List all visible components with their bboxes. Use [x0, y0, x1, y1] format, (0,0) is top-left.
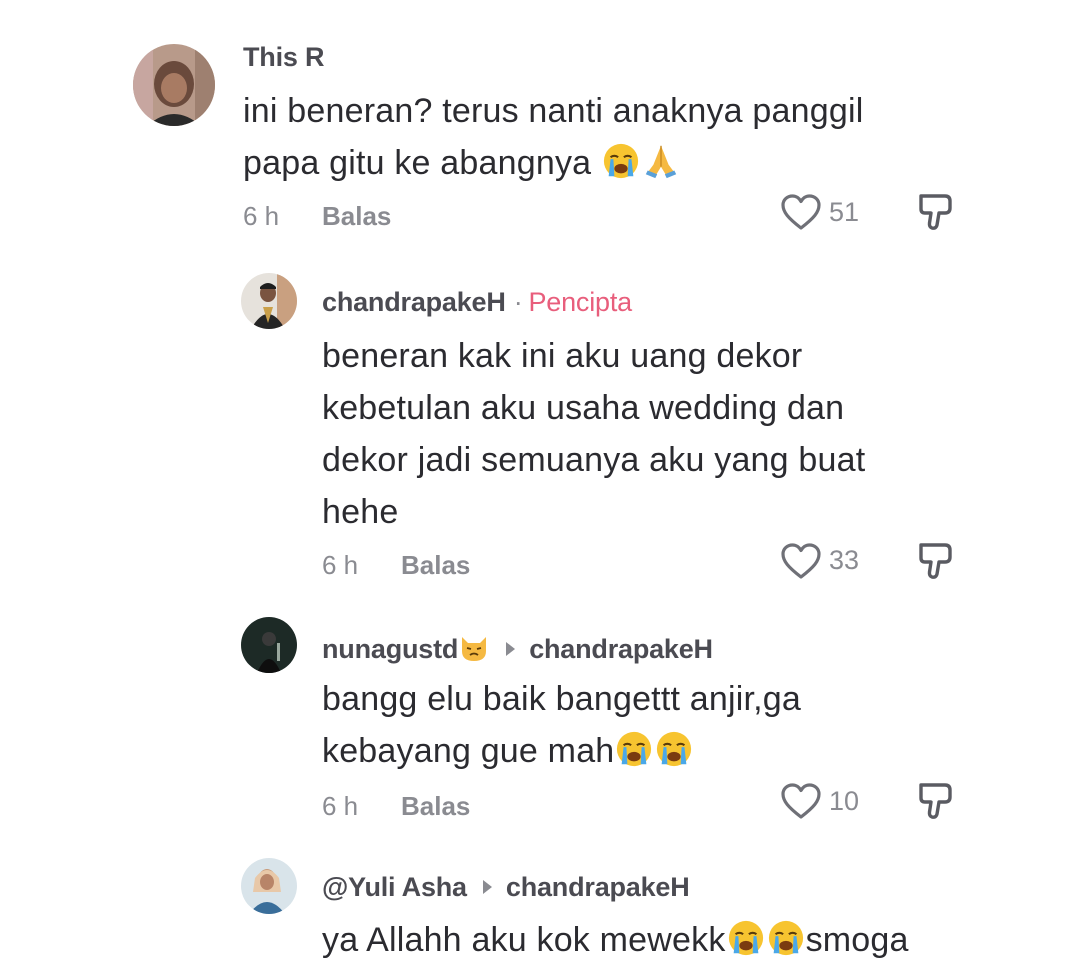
- heart-outline-icon[interactable]: [780, 782, 822, 820]
- comment-username[interactable]: @Yuli Asha chandrapakeH: [322, 872, 690, 903]
- heart-outline-icon[interactable]: [780, 542, 822, 580]
- comment-username[interactable]: chandrapakeH · Pencipta: [322, 287, 632, 318]
- thumbs-down-icon[interactable]: [917, 781, 955, 821]
- reply-arrow-icon: [482, 879, 492, 894]
- thumbs-down-icon[interactable]: [917, 541, 955, 581]
- avatar[interactable]: [241, 273, 297, 329]
- reply-target[interactable]: chandrapakeH: [529, 634, 713, 664]
- comment-text: beneran kak ini aku uang dekor kebetulan…: [322, 330, 865, 538]
- reply-target[interactable]: chandrapakeH: [506, 872, 690, 902]
- like-count: 10: [829, 786, 860, 816]
- comment-line: dekor jadi semuanya aku yang buat: [322, 441, 866, 479]
- comment-username[interactable]: nunagustd chandrapakeH: [322, 631, 713, 665]
- like-count: 33: [829, 545, 860, 575]
- reply-button[interactable]: Balas: [322, 201, 391, 232]
- comment-time: 6 h: [243, 201, 280, 231]
- comment-line-with-emoji: papa gitu ke abangnya: [243, 137, 863, 189]
- avatar[interactable]: [241, 858, 297, 914]
- reply-button[interactable]: Balas: [401, 791, 470, 822]
- avatar-image: [241, 858, 297, 914]
- loudly-crying-face-icon: [767, 919, 805, 957]
- avatar-image: [133, 44, 215, 126]
- loudly-crying-face-icon: [602, 142, 640, 180]
- heart-outline-icon[interactable]: [780, 193, 822, 231]
- comment-line: beneran kak ini aku uang dekor: [322, 337, 803, 375]
- loudly-crying-face-icon: [727, 919, 765, 957]
- comment-text: bangg elu baik bangettt anjir,ga kebayan…: [322, 673, 801, 777]
- avatar[interactable]: [133, 44, 215, 126]
- comment-line: bangg elu baik bangettt anjir,ga: [322, 680, 801, 718]
- folded-hands-icon: [642, 142, 680, 180]
- avatar-image: [241, 273, 297, 329]
- loudly-crying-face-icon: [655, 730, 693, 768]
- like-count: 51: [829, 197, 860, 227]
- comment-line: hehe: [322, 493, 399, 531]
- creator-separator: ·: [513, 287, 523, 317]
- comment-time: 6 h: [322, 791, 359, 821]
- comment-line: kebetulan aku usaha wedding dan: [322, 389, 845, 427]
- comment-time: 6 h: [322, 550, 359, 580]
- avatar[interactable]: [241, 617, 297, 673]
- comment-line-with-emoji: ya Allahh aku kok mewekk smoga: [322, 919, 909, 959]
- creator-badge: Pencipta: [528, 287, 632, 317]
- comment-line: ini beneran? terus nanti anaknya panggil: [243, 92, 864, 130]
- cat-face-icon: [458, 631, 490, 663]
- avatar-image: [241, 617, 297, 673]
- reply-arrow-icon: [506, 641, 516, 656]
- comment-text: ya Allahh aku kok mewekk smoga: [322, 914, 909, 966]
- thumbs-down-icon[interactable]: [917, 192, 955, 232]
- comment-username[interactable]: This R: [243, 42, 325, 73]
- reply-button[interactable]: Balas: [401, 550, 470, 581]
- loudly-crying-face-icon: [615, 730, 653, 768]
- comment-line-with-emoji: kebayang gue mah: [322, 725, 801, 777]
- comment-text: ini beneran? terus nanti anaknya panggil…: [243, 85, 863, 189]
